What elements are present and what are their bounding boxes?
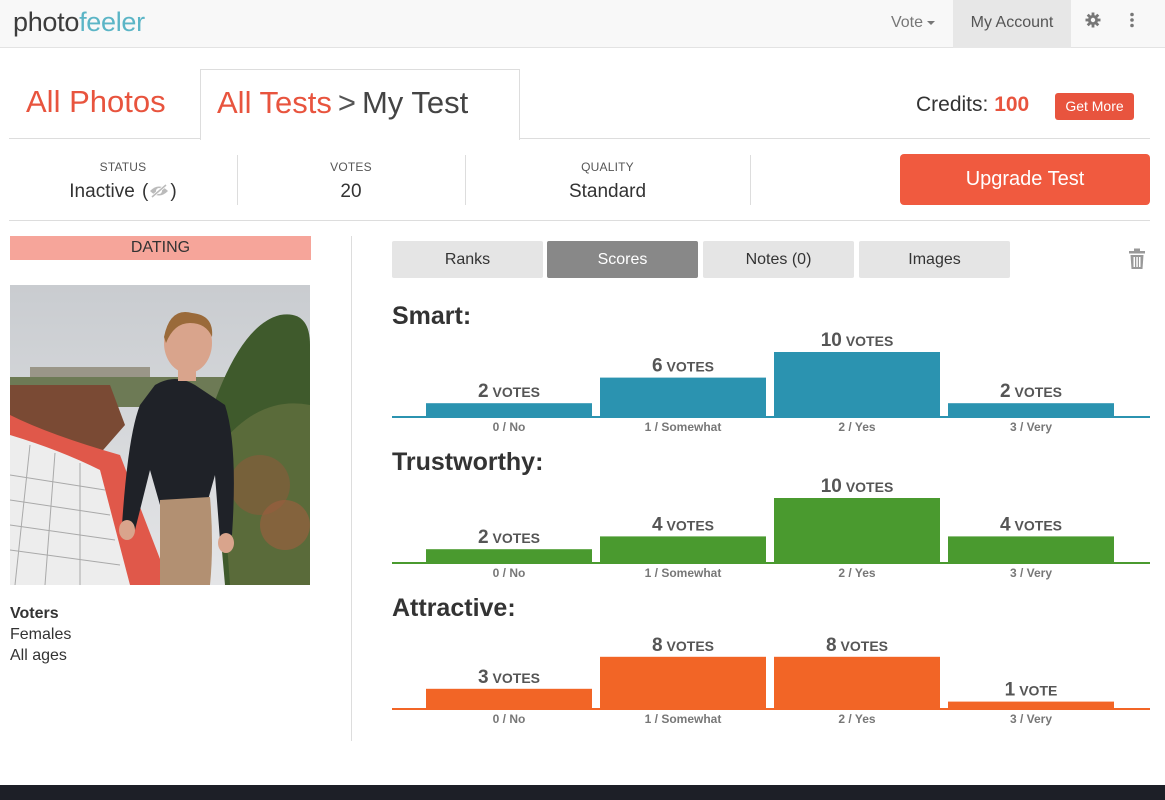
- top-navbar: photofeeler Vote My Account: [0, 0, 1165, 48]
- trustworthy-category-label-0: 0 / No: [493, 566, 526, 580]
- my-account-link[interactable]: My Account: [953, 0, 1071, 48]
- attractive-bar-3: [948, 701, 1114, 708]
- votes-label: VOTES: [330, 160, 372, 174]
- trustworthy-bar-1: [600, 536, 766, 562]
- trustworthy-category-label-3: 3 / Very: [1010, 566, 1052, 580]
- eye-slash-icon: ( ): [142, 181, 177, 202]
- status-label: STATUS: [99, 160, 147, 174]
- credits-value: 100: [994, 93, 1030, 116]
- trustworthy-chart: 2 VOTES 0 / No 4 VOTES 1 / Somewhat 10 VOTES 2 /…: [392, 476, 1150, 580]
- all-photos-tab[interactable]: All Photos: [26, 84, 166, 120]
- vote-dropdown[interactable]: Vote: [874, 0, 952, 48]
- chart-title-attractive: Attractive:: [392, 594, 516, 622]
- smart-bar-label-0: 2 VOTES: [478, 381, 540, 402]
- attractive-category-label-3: 3 / Very: [1010, 712, 1052, 726]
- trustworthy-bar-label-3: 4 VOTES: [1000, 514, 1062, 535]
- trustworthy-bar-label-1: 4 VOTES: [652, 514, 714, 535]
- all-tests-link[interactable]: All Tests: [217, 85, 332, 120]
- more-menu-button[interactable]: [1118, 12, 1146, 36]
- smart-category-label-0: 0 / No: [493, 420, 526, 434]
- trustworthy-bar-2: [774, 498, 940, 562]
- trustworthy-category-label-1: 1 / Somewhat: [645, 566, 722, 580]
- stats-divider: [9, 220, 1150, 221]
- quality-stat: QUALITY Standard: [465, 160, 750, 203]
- smart-bar-2: [774, 352, 940, 416]
- upgrade-test-button[interactable]: Upgrade Test: [900, 154, 1150, 205]
- trustworthy-bar-label-2: 10 VOTES: [821, 476, 894, 497]
- attractive-chart: 3 VOTES 0 / No 8 VOTES 1 / Somewhat 8 VOTES 2 / …: [392, 635, 1150, 726]
- chart-title-smart: Smart:: [392, 302, 472, 330]
- current-test-title: My Test: [361, 85, 469, 120]
- quality-value: Standard: [568, 181, 647, 202]
- smart-bar-label-1: 6 VOTES: [652, 356, 714, 377]
- trustworthy-category-label-2: 2 / Yes: [838, 566, 875, 580]
- tab-ranks[interactable]: Ranks: [392, 241, 543, 278]
- smart-bar-0: [426, 403, 592, 416]
- status-value: Inactive: [69, 181, 135, 203]
- smart-category-label-2: 2 / Yes: [838, 420, 875, 434]
- category-badge: DATING: [10, 236, 311, 260]
- attractive-category-label-0: 0 / No: [493, 712, 526, 726]
- attractive-bar-label-1: 8 VOTES: [652, 635, 714, 656]
- status-stat: STATUS Inactive ( ): [9, 160, 237, 203]
- trustworthy-bar-0: [426, 549, 592, 562]
- smart-category-label-3: 3 / Very: [1010, 420, 1052, 434]
- delete-test-button[interactable]: [1127, 248, 1147, 275]
- attractive-bar-label-2: 8 VOTES: [826, 635, 888, 656]
- stat-divider: [750, 155, 751, 205]
- settings-button[interactable]: [1076, 12, 1110, 36]
- test-tab: All Tests > My Test: [200, 69, 520, 140]
- attractive-category-label-1: 1 / Somewhat: [645, 712, 722, 726]
- logo[interactable]: photofeeler: [13, 7, 145, 38]
- vertical-dots-icon: [1130, 12, 1134, 28]
- column-divider: [351, 236, 352, 741]
- voters-gender: Females: [10, 626, 72, 643]
- breadcrumb: All Tests > My Test: [217, 85, 468, 121]
- breadcrumb-separator: >: [337, 85, 356, 120]
- smart-bar-label-2: 10 VOTES: [821, 330, 894, 351]
- attractive-bar-label-0: 3 VOTES: [478, 667, 540, 688]
- trustworthy-bar-label-0: 2 VOTES: [478, 527, 540, 548]
- trash-icon: [1129, 248, 1145, 269]
- attractive-category-label-2: 2 / Yes: [838, 712, 875, 726]
- smart-bar-3: [948, 403, 1114, 416]
- logo-text-photo: photo: [13, 7, 80, 37]
- voters-age: All ages: [10, 647, 67, 664]
- chart-title-trustworthy: Trustworthy:: [392, 448, 544, 476]
- footer: [0, 785, 1165, 800]
- photo-illustration: [10, 285, 310, 585]
- smart-chart: 2 VOTES 0 / No 6 VOTES 1 / Somewhat 10 VOTES 2 /…: [392, 330, 1150, 434]
- tab-notes[interactable]: Notes (0): [703, 241, 854, 278]
- smart-bar-1: [600, 377, 766, 416]
- votes-stat: VOTES 20: [237, 160, 465, 203]
- trustworthy-bar-3: [948, 536, 1114, 562]
- attractive-bar-2: [774, 656, 940, 708]
- tab-scores[interactable]: Scores: [547, 241, 698, 278]
- smart-bar-label-3: 2 VOTES: [1000, 381, 1062, 402]
- votes-value: 20: [340, 181, 362, 202]
- smart-category-label-1: 1 / Somewhat: [645, 420, 722, 434]
- quality-label: QUALITY: [581, 160, 634, 174]
- voters-heading: Voters: [10, 605, 59, 622]
- get-more-button[interactable]: Get More: [1055, 93, 1134, 120]
- tab-images[interactable]: Images: [859, 241, 1010, 278]
- attractive-bar-1: [600, 656, 766, 708]
- header-divider: [9, 138, 1150, 139]
- vote-label: Vote: [890, 14, 924, 31]
- attractive-bar-0: [426, 688, 592, 708]
- gear-icon: [1085, 12, 1101, 28]
- credits-label: Credits:: [916, 93, 989, 116]
- attractive-bar-label-3: 1 VOTE: [1005, 680, 1058, 701]
- caret-down-icon: [927, 20, 936, 25]
- my-account-label: My Account: [970, 14, 1054, 31]
- credits-display: Credits: 100: [916, 93, 1029, 117]
- logo-text-feeler: feeler: [79, 7, 145, 37]
- test-photo[interactable]: [10, 285, 310, 585]
